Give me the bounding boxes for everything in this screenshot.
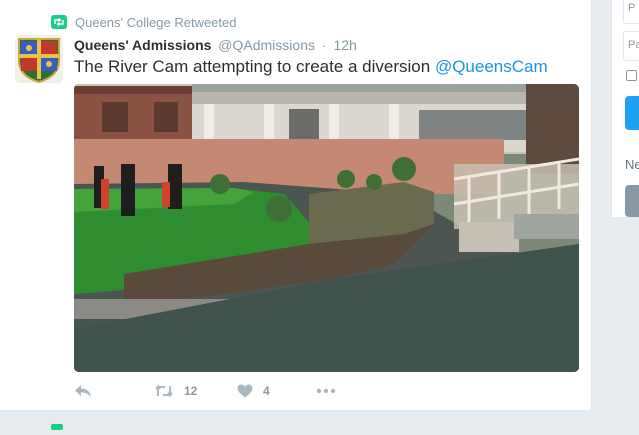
retweet-button[interactable]: 12 xyxy=(154,383,197,399)
tweet-actions: 12 4 xyxy=(74,383,374,399)
author-handle[interactable]: @QAdmissions xyxy=(218,37,315,53)
more-button[interactable] xyxy=(316,383,336,399)
tweet-body-text: The River Cam attempting to create a div… xyxy=(74,57,435,76)
tweet-photo[interactable] xyxy=(74,84,579,372)
retweet-action-icon xyxy=(154,384,174,398)
retweet-count: 12 xyxy=(184,384,198,398)
avatar[interactable] xyxy=(15,35,63,83)
signup-heading: Ne xyxy=(625,157,639,172)
tweet-card[interactable]: Queens' College Retweeted Queens' Admiss… xyxy=(0,0,592,411)
like-button[interactable]: 4 xyxy=(237,383,270,399)
signup-button[interactable] xyxy=(625,185,639,217)
tweet-header: Queens' Admissions @QAdmissions · 12h xyxy=(74,36,357,54)
time-separator: · xyxy=(321,37,327,53)
mention-link[interactable]: @QueensCam xyxy=(435,57,548,76)
tweet-timestamp[interactable]: 12h xyxy=(333,37,356,53)
login-sidebar: P Pa Ne xyxy=(611,0,639,218)
reply-icon xyxy=(74,384,92,398)
next-tweet-retweet-icon xyxy=(51,417,63,430)
password-field[interactable]: Pa xyxy=(623,31,639,61)
tweet-text: The River Cam attempting to create a div… xyxy=(74,55,548,79)
like-count: 4 xyxy=(263,384,270,398)
remember-me-checkbox[interactable] xyxy=(626,70,637,81)
retweet-context: Queens' College Retweeted xyxy=(51,14,236,30)
retweet-icon xyxy=(51,15,67,29)
heart-icon xyxy=(237,384,253,398)
username-field[interactable]: P xyxy=(623,0,639,24)
retweet-context-text[interactable]: Queens' College Retweeted xyxy=(75,15,236,30)
author-name[interactable]: Queens' Admissions xyxy=(74,37,211,53)
more-icon xyxy=(316,388,336,394)
password-placeholder: Pa xyxy=(628,39,639,51)
username-placeholder: P xyxy=(628,2,636,14)
reply-button[interactable] xyxy=(74,383,92,399)
login-button[interactable] xyxy=(625,96,639,130)
